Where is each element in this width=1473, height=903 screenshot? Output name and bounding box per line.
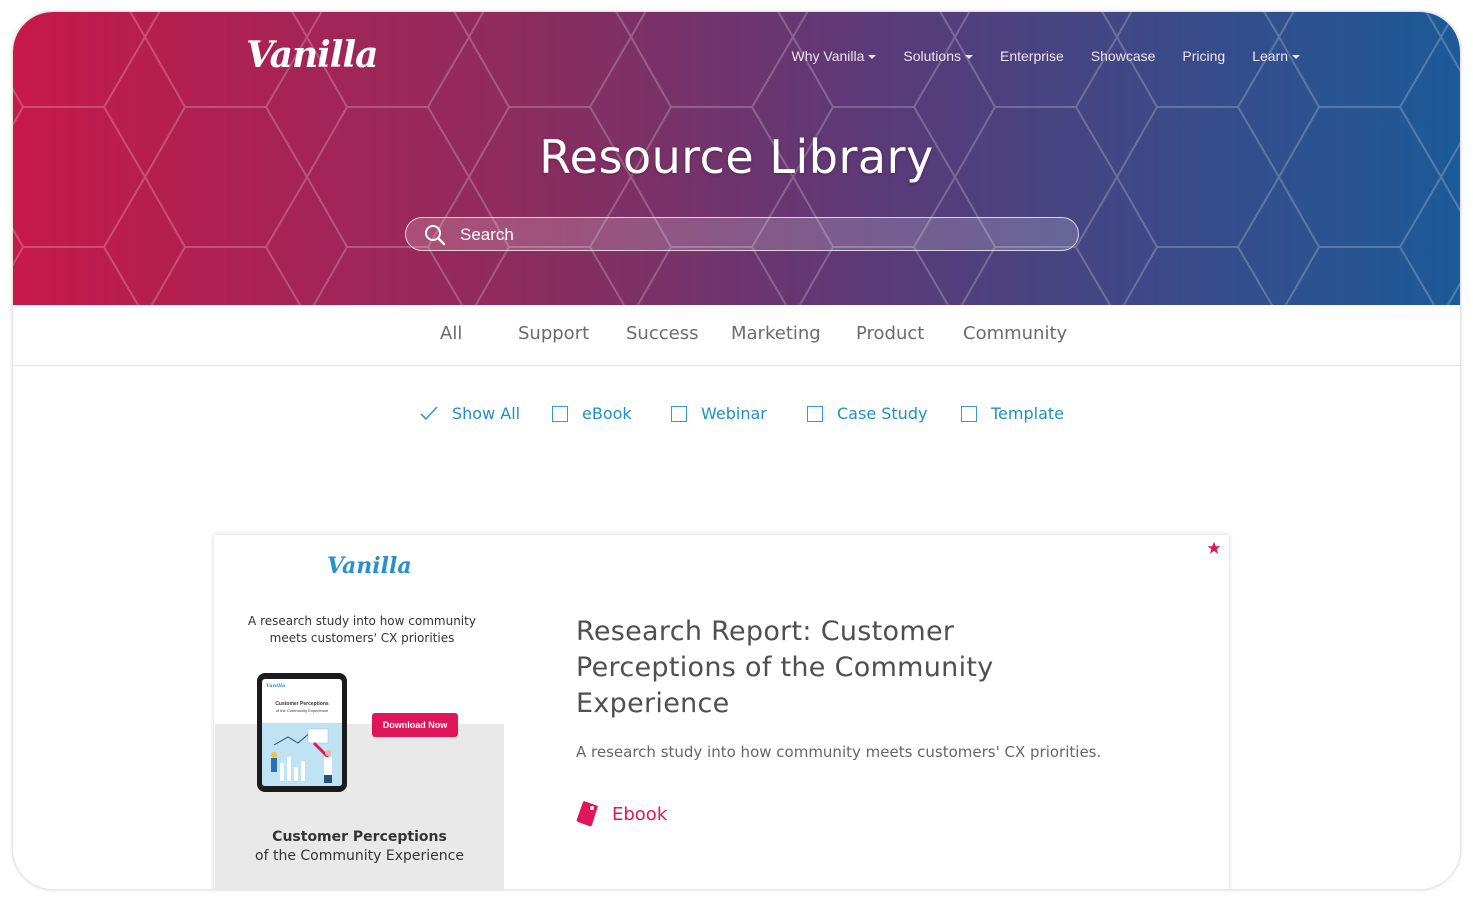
filter-label: eBook — [582, 404, 632, 423]
template-checkbox[interactable] — [961, 405, 977, 422]
filter-label: Show All — [452, 404, 521, 423]
filter-webinar[interactable]: Webinar — [671, 404, 767, 423]
nav-showcase[interactable]: Showcase — [1091, 48, 1156, 64]
resource-type-tag[interactable]: Ebook — [576, 800, 667, 828]
vanilla-logo: Vanilla — [327, 553, 412, 579]
main-nav: Why Vanilla Solutions Enterprise Showcas… — [765, 48, 1300, 64]
category-tabs: All Support Success Marketing Product Co… — [13, 305, 1460, 366]
filter-template[interactable]: Template — [961, 404, 1064, 423]
nav-solutions[interactable]: Solutions — [903, 48, 973, 64]
resource-title[interactable]: Research Report: Customer Perceptions of… — [576, 614, 1056, 722]
filter-label: Case Study — [837, 404, 928, 423]
star-icon — [1207, 541, 1221, 554]
caret-down-icon — [868, 55, 877, 60]
nav-label: Enterprise — [999, 48, 1064, 64]
filter-ebook[interactable]: eBook — [552, 404, 632, 423]
tab-all[interactable]: All — [440, 323, 462, 344]
filter-case-study[interactable]: Case Study — [807, 404, 927, 423]
nav-label: Showcase — [1090, 48, 1156, 64]
nav-label: Pricing — [1182, 48, 1226, 64]
caret-down-icon — [964, 55, 973, 60]
nav-label: Solutions — [903, 48, 961, 64]
thumbnail-subtitle: A research study into how community meet… — [248, 614, 476, 645]
webinar-checkbox[interactable] — [671, 405, 687, 422]
caret-down-icon — [1292, 55, 1300, 60]
tab-product[interactable]: Product — [856, 323, 924, 344]
tag-icon — [576, 801, 598, 827]
nav-label: Why Vanilla — [791, 48, 865, 64]
page-title: Resource Library — [539, 130, 934, 184]
resource-description: A research study into how community meet… — [576, 743, 1102, 761]
nav-label: Learn — [1252, 48, 1288, 64]
resource-card[interactable]: Vanilla A research study into how commun… — [214, 535, 1229, 889]
search-bar[interactable] — [405, 217, 1079, 252]
resource-thumbnail[interactable]: Vanilla A research study into how commun… — [215, 535, 504, 889]
filter-label: Webinar — [701, 404, 767, 423]
nav-learn[interactable]: Learn — [1252, 48, 1300, 64]
vanilla-logo[interactable]: Vanilla — [246, 34, 378, 76]
nav-pricing[interactable]: Pricing — [1182, 48, 1225, 64]
download-now-button: Download Now — [372, 713, 458, 737]
filter-label: Template — [991, 404, 1065, 423]
tablet-illustration: Vanilla Customer Perceptions of the Comm… — [257, 673, 347, 792]
checkmark-icon — [420, 405, 438, 420]
filter-show-all[interactable]: Show All — [420, 404, 520, 423]
nav-why-vanilla[interactable]: Why Vanilla — [792, 48, 877, 64]
nav-enterprise[interactable]: Enterprise — [1000, 48, 1064, 64]
hero-banner: Vanilla Why Vanilla Solutions Enterprise… — [13, 12, 1460, 305]
tablet-title: Customer Perceptions — [275, 701, 329, 707]
tablet-logo: Vanilla — [266, 683, 286, 689]
tab-community[interactable]: Community — [963, 323, 1067, 344]
ebook-checkbox[interactable] — [552, 405, 568, 422]
tab-success[interactable]: Success — [626, 323, 698, 344]
tab-marketing[interactable]: Marketing — [731, 323, 821, 344]
tablet-screen: Vanilla Customer Perceptions of the Comm… — [262, 679, 342, 786]
case-study-checkbox[interactable] — [807, 405, 823, 422]
thumbnail-caption-subtitle: of the Community Experience — [255, 848, 464, 864]
thumbnail-caption-title: Customer Perceptions — [272, 829, 447, 845]
tab-support[interactable]: Support — [518, 323, 589, 344]
search-input[interactable] — [458, 218, 1062, 252]
search-icon — [425, 225, 446, 246]
tablet-subtitle: of the Community Experience — [275, 708, 329, 713]
tag-label: Ebook — [612, 803, 668, 825]
browser-frame: Vanilla Why Vanilla Solutions Enterprise… — [13, 12, 1460, 889]
chart-illustration — [262, 723, 342, 786]
